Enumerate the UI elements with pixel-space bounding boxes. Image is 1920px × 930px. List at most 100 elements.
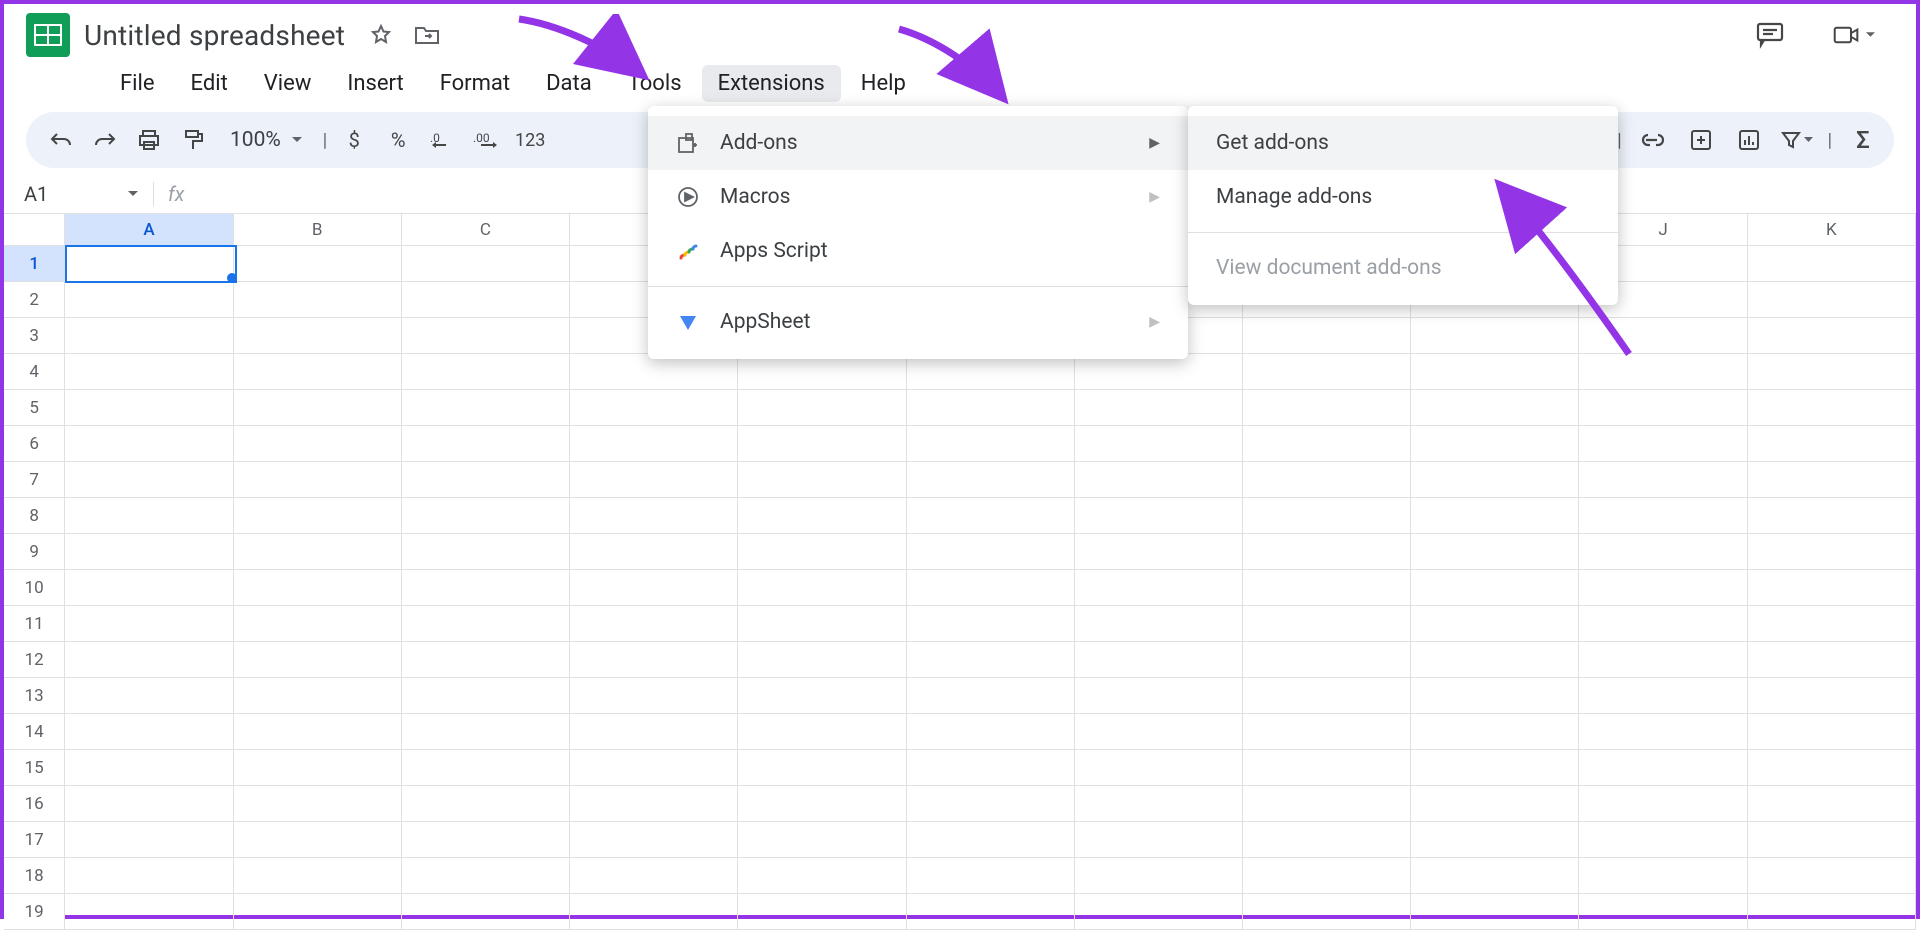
- cell[interactable]: [738, 426, 906, 462]
- cell[interactable]: [1411, 606, 1579, 642]
- cell[interactable]: [738, 462, 906, 498]
- cell[interactable]: [738, 858, 906, 894]
- cell[interactable]: [234, 246, 402, 282]
- cell[interactable]: [234, 822, 402, 858]
- cell[interactable]: [1243, 822, 1411, 858]
- insert-chart-button[interactable]: [1732, 120, 1766, 160]
- cell[interactable]: [907, 606, 1075, 642]
- cell[interactable]: [1748, 246, 1916, 282]
- cell[interactable]: [738, 678, 906, 714]
- cell[interactable]: [738, 390, 906, 426]
- cell[interactable]: [402, 390, 570, 426]
- cell[interactable]: [1579, 894, 1747, 930]
- cell[interactable]: [1075, 354, 1243, 390]
- cell[interactable]: [1579, 390, 1747, 426]
- cell[interactable]: [234, 894, 402, 930]
- menu-appsheet[interactable]: AppSheet ▶: [648, 295, 1188, 349]
- cell[interactable]: [234, 354, 402, 390]
- cell[interactable]: [907, 714, 1075, 750]
- cell[interactable]: [1243, 858, 1411, 894]
- row-header[interactable]: 19: [4, 894, 65, 930]
- cell[interactable]: [907, 678, 1075, 714]
- cell[interactable]: [1748, 390, 1916, 426]
- cell[interactable]: [1075, 714, 1243, 750]
- cell[interactable]: [65, 498, 233, 534]
- meet-icon[interactable]: [1832, 15, 1876, 55]
- cell[interactable]: [1411, 678, 1579, 714]
- cell[interactable]: [234, 606, 402, 642]
- redo-button[interactable]: [88, 120, 122, 160]
- cell[interactable]: [907, 354, 1075, 390]
- submenu-get-addons[interactable]: Get add-ons: [1188, 116, 1618, 170]
- menu-extensions[interactable]: Extensions: [702, 65, 841, 102]
- cell[interactable]: [1579, 678, 1747, 714]
- cell[interactable]: [738, 606, 906, 642]
- cell[interactable]: [1748, 354, 1916, 390]
- decrease-decimal-button[interactable]: .0: [425, 120, 459, 160]
- cell[interactable]: [1748, 894, 1916, 930]
- cell[interactable]: [1243, 606, 1411, 642]
- cell[interactable]: [1243, 426, 1411, 462]
- cell[interactable]: [65, 534, 233, 570]
- menu-apps-script[interactable]: Apps Script: [648, 224, 1188, 278]
- cell[interactable]: [1075, 822, 1243, 858]
- row-header[interactable]: 10: [4, 570, 65, 606]
- cell[interactable]: [1579, 462, 1747, 498]
- cell[interactable]: [1411, 642, 1579, 678]
- menu-insert[interactable]: Insert: [331, 65, 419, 102]
- cell[interactable]: [65, 750, 233, 786]
- cell[interactable]: [402, 246, 570, 282]
- cell[interactable]: [570, 894, 738, 930]
- cell[interactable]: [738, 750, 906, 786]
- cell[interactable]: [570, 498, 738, 534]
- fill-handle[interactable]: [227, 273, 237, 283]
- menu-tools[interactable]: Tools: [612, 65, 698, 102]
- cell[interactable]: [1748, 318, 1916, 354]
- menu-view[interactable]: View: [248, 65, 328, 102]
- cell[interactable]: [402, 642, 570, 678]
- cell[interactable]: [1579, 786, 1747, 822]
- cell[interactable]: [1243, 750, 1411, 786]
- row-header[interactable]: 15: [4, 750, 65, 786]
- cell[interactable]: [1243, 318, 1411, 354]
- cell[interactable]: [1075, 786, 1243, 822]
- cell[interactable]: [234, 318, 402, 354]
- cell[interactable]: [1748, 498, 1916, 534]
- sheets-logo-icon[interactable]: [26, 13, 70, 57]
- row-header[interactable]: 12: [4, 642, 65, 678]
- cell[interactable]: [738, 822, 906, 858]
- menu-data[interactable]: Data: [530, 65, 608, 102]
- cell[interactable]: [907, 642, 1075, 678]
- cell[interactable]: [65, 462, 233, 498]
- cell[interactable]: [402, 750, 570, 786]
- cell[interactable]: [1411, 498, 1579, 534]
- cell[interactable]: [1748, 426, 1916, 462]
- cell[interactable]: [402, 354, 570, 390]
- cell[interactable]: [1748, 678, 1916, 714]
- cell[interactable]: [1579, 642, 1747, 678]
- submenu-manage-addons[interactable]: Manage add-ons: [1188, 170, 1618, 224]
- cell[interactable]: [402, 570, 570, 606]
- cell[interactable]: [1748, 282, 1916, 318]
- row-header[interactable]: 7: [4, 462, 65, 498]
- cell[interactable]: [907, 426, 1075, 462]
- cell[interactable]: [1411, 714, 1579, 750]
- comments-icon[interactable]: [1748, 15, 1792, 55]
- cell[interactable]: [1411, 534, 1579, 570]
- cell[interactable]: [738, 354, 906, 390]
- cell[interactable]: [907, 534, 1075, 570]
- cell[interactable]: [65, 894, 233, 930]
- cell[interactable]: [1411, 462, 1579, 498]
- cell[interactable]: [1075, 858, 1243, 894]
- cell[interactable]: [65, 714, 233, 750]
- cell[interactable]: [1243, 498, 1411, 534]
- cell[interactable]: [570, 462, 738, 498]
- zoom-dropdown[interactable]: 100%: [220, 128, 313, 152]
- menu-format[interactable]: Format: [424, 65, 526, 102]
- cell[interactable]: [234, 282, 402, 318]
- cell[interactable]: [1579, 426, 1747, 462]
- cell[interactable]: [1748, 534, 1916, 570]
- cell[interactable]: [1075, 894, 1243, 930]
- cell[interactable]: [1748, 750, 1916, 786]
- row-header[interactable]: 9: [4, 534, 65, 570]
